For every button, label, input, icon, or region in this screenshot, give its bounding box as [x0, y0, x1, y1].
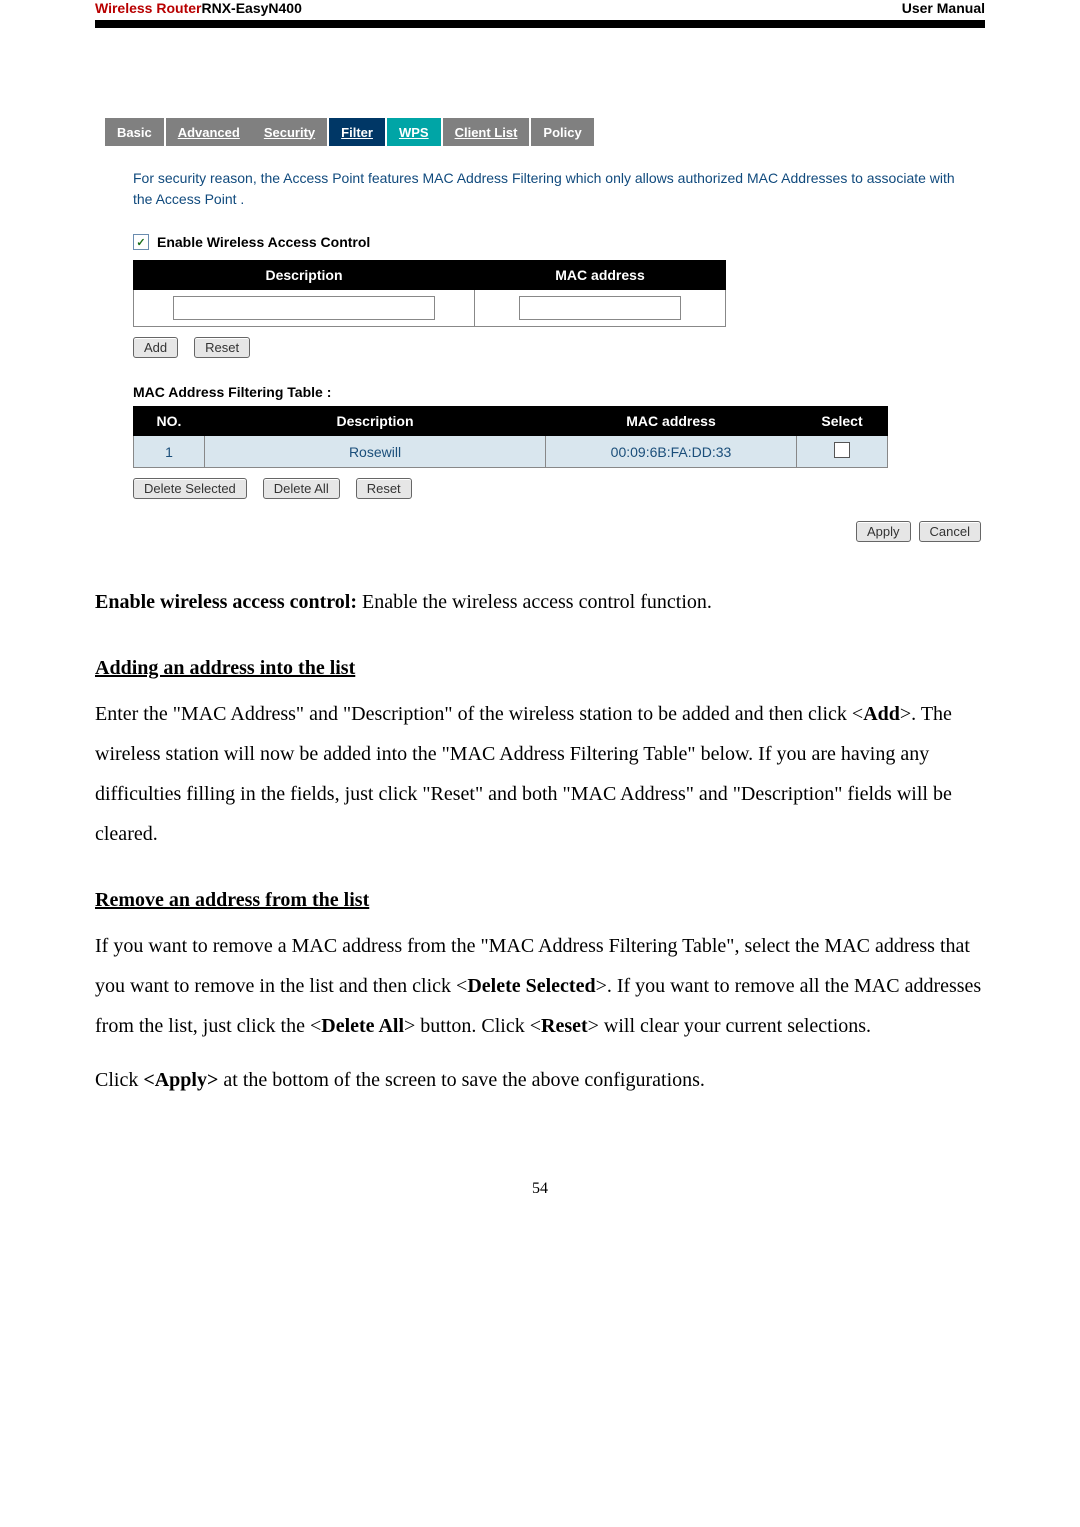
- page-number: 54: [95, 1180, 985, 1198]
- description-input[interactable]: [173, 296, 435, 320]
- document-body: Enable wireless access control: Enable t…: [95, 582, 985, 1100]
- tab-bar: Basic Advanced Security Filter WPS Clien…: [105, 118, 985, 146]
- user-manual-label: User Manual: [902, 0, 985, 16]
- product-red: Wireless Router: [95, 0, 201, 16]
- filtering-table-heading: MAC Address Filtering Table :: [133, 384, 985, 400]
- col-mac: MAC address: [475, 261, 726, 290]
- reset-button[interactable]: Reset: [194, 337, 250, 358]
- enable-access-control-checkbox[interactable]: ✓: [133, 234, 149, 250]
- tab-basic[interactable]: Basic: [105, 118, 164, 146]
- router-ui-figure: Basic Advanced Security Filter WPS Clien…: [95, 118, 985, 542]
- remove-paragraph: If you want to remove a MAC address from…: [95, 926, 985, 1046]
- adding-paragraph: Enter the "MAC Address" and "Description…: [95, 694, 985, 854]
- add-button[interactable]: Add: [133, 337, 178, 358]
- enable-access-control-label: Enable Wireless Access Control: [157, 234, 370, 250]
- remove-text-g: > will clear your current selections.: [588, 1015, 871, 1037]
- apply-button[interactable]: Apply: [856, 521, 911, 542]
- heading-adding: Adding an address into the list: [95, 648, 985, 688]
- tab-client-list[interactable]: Client List: [443, 118, 530, 146]
- table-row: 1 Rosewill 00:09:6B:FA:DD:33: [134, 436, 888, 468]
- row-select-checkbox[interactable]: [834, 442, 850, 458]
- heading-remove: Remove an address from the list: [95, 880, 985, 920]
- reset-button-2[interactable]: Reset: [356, 478, 412, 499]
- product-line: Wireless RouterRNX-EasyN400: [95, 0, 302, 16]
- doc-header: Wireless RouterRNX-EasyN400 User Manual: [95, 0, 985, 20]
- cell-no: 1: [134, 436, 205, 468]
- filter-intro-text: For security reason, the Access Point fe…: [133, 168, 975, 210]
- enable-desc: Enable the wireless access control funct…: [357, 591, 712, 613]
- apply-paragraph: Click <Apply> at the bottom of the scree…: [95, 1060, 985, 1100]
- remove-delsel-bold: Delete Selected: [467, 975, 595, 997]
- cell-desc: Rosewill: [205, 436, 546, 468]
- remove-delall-bold: Delete All: [321, 1015, 404, 1037]
- adding-text-a: Enter the "MAC Address" and "Description…: [95, 703, 863, 725]
- col-description2: Description: [205, 407, 546, 436]
- add-entry-table: Description MAC address: [133, 260, 726, 327]
- filtering-table: NO. Description MAC address Select 1 Ros…: [133, 406, 888, 468]
- tab-security[interactable]: Security: [252, 118, 327, 146]
- apply-bold: <Apply>: [143, 1069, 218, 1091]
- delete-all-button[interactable]: Delete All: [263, 478, 340, 499]
- apply-text-a: Click: [95, 1069, 143, 1091]
- cancel-button[interactable]: Cancel: [919, 521, 981, 542]
- remove-text-e: > button. Click <: [404, 1015, 541, 1037]
- header-rule: [95, 20, 985, 28]
- col-mac2: MAC address: [546, 407, 797, 436]
- product-rest: RNX-EasyN400: [201, 0, 301, 16]
- enable-paragraph: Enable wireless access control: Enable t…: [95, 582, 985, 622]
- mac-input[interactable]: [519, 296, 681, 320]
- apply-text-c: at the bottom of the screen to save the …: [218, 1069, 705, 1091]
- enable-access-control-row: ✓ Enable Wireless Access Control: [133, 234, 985, 250]
- tab-wps[interactable]: WPS: [387, 118, 441, 146]
- tab-policy[interactable]: Policy: [531, 118, 593, 146]
- delete-selected-button[interactable]: Delete Selected: [133, 478, 247, 499]
- remove-reset-bold: Reset: [541, 1015, 588, 1037]
- cell-mac: 00:09:6B:FA:DD:33: [546, 436, 797, 468]
- enable-label: Enable wireless access control:: [95, 591, 357, 613]
- col-description: Description: [134, 261, 475, 290]
- col-select: Select: [797, 407, 888, 436]
- col-no: NO.: [134, 407, 205, 436]
- adding-add-bold: Add: [863, 703, 900, 725]
- tab-filter[interactable]: Filter: [329, 118, 385, 146]
- tab-advanced[interactable]: Advanced: [166, 118, 252, 146]
